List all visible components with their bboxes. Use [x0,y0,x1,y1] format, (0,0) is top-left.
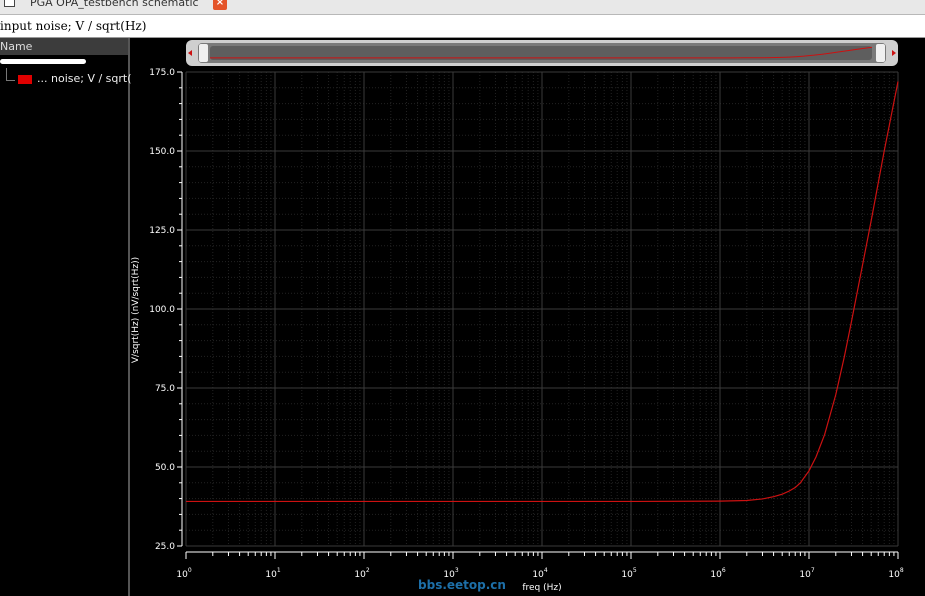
major-grid [185,71,899,547]
x-tick-label: 104 [532,567,547,580]
x-tick-label: 101 [265,567,280,580]
y-axis-label: V/sqrt(Hz) (nV/sqrt(Hz)) [131,257,141,363]
y-axis-ticks: 25.0 50.0 75.0 100.0 125.0 150.0 175.0 [149,68,182,552]
y-tick-label: 50.0 [155,463,175,473]
watermark: bbs.eetop.cn [418,578,506,592]
x-tick-label: 100 [176,567,191,580]
y-tick-label: 125.0 [149,226,175,236]
x-axis-ticks: 100 101 102 103 104 105 106 107 108 [176,552,904,580]
scroll-handle-left[interactable] [199,44,208,62]
y-tick-label: 100.0 [149,305,175,315]
x-tick-label: 107 [799,567,814,580]
x-tick-label: 108 [888,567,903,580]
y-tick-label: 25.0 [155,542,175,552]
axes [181,72,898,553]
y-tick-label: 175.0 [149,68,175,78]
scroll-handle-right[interactable] [876,44,885,62]
noise-chart: 25.0 50.0 75.0 100.0 125.0 150.0 175.0 100 101 1… [131,40,904,593]
x-tick-label: 105 [621,567,636,580]
x-axis-label: freq (Hz) [522,583,561,593]
y-tick-label: 150.0 [149,147,175,157]
x-tick-label: 102 [354,567,369,580]
overview-scrollbar[interactable] [186,40,898,66]
y-tick-label: 75.0 [155,384,175,394]
x-tick-label: 106 [710,567,725,580]
